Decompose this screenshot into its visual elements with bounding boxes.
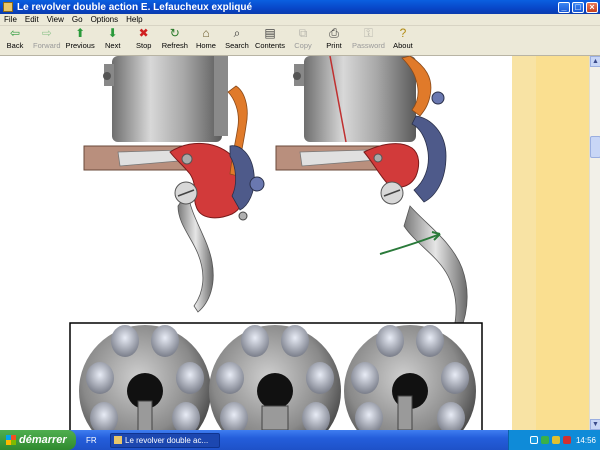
print-button[interactable]: ⎙ Print	[321, 26, 347, 50]
copy-button[interactable]: ⧉ Copy	[290, 26, 316, 50]
key-icon: ⚿	[363, 26, 374, 40]
home-icon: ⌂	[202, 26, 210, 40]
alert-icon[interactable]	[562, 436, 571, 444]
toolbar-label: Password	[352, 41, 385, 50]
mechanism-right	[275, 56, 468, 333]
app-icon	[3, 2, 13, 12]
network-icon[interactable]	[529, 436, 538, 444]
trigger-right	[403, 205, 468, 333]
menu-view[interactable]: View	[43, 15, 68, 24]
toolbar-label: Print	[326, 41, 342, 50]
menu-help[interactable]: Help	[122, 15, 146, 24]
start-button[interactable]: démarrer	[0, 430, 76, 450]
about-button[interactable]: ? About	[390, 26, 416, 50]
scroll-down-arrow[interactable]: ▼	[590, 419, 600, 430]
contents-button[interactable]: ▤ Contents	[255, 26, 285, 50]
menu-options[interactable]: Options	[87, 15, 123, 24]
cylinder-photos	[69, 322, 483, 430]
print-icon: ⎙	[329, 26, 339, 40]
search-button[interactable]: ⌕ Search	[224, 26, 250, 50]
app-icon	[114, 436, 122, 444]
revolver-illustration	[69, 56, 483, 430]
volume-icon[interactable]	[551, 436, 560, 444]
toolbar-label: Forward	[33, 41, 61, 50]
next-button[interactable]: ⬇ Next	[100, 26, 126, 50]
title-bar: Le revolver double action E. Lefaucheux …	[0, 0, 600, 14]
scroll-up-arrow[interactable]: ▲	[590, 56, 600, 67]
start-label: démarrer	[19, 434, 67, 446]
mechanism-left	[83, 56, 265, 313]
up-arrow-icon: ⬆	[75, 26, 86, 40]
scroll-thumb[interactable]	[590, 136, 600, 158]
taskbar: démarrer FR Le revolver double ac... 14:…	[0, 430, 600, 450]
vertical-scrollbar[interactable]: ▲ ▼	[589, 56, 600, 430]
toolbar-label: Previous	[65, 41, 95, 50]
refresh-button[interactable]: ↻ Refresh	[162, 26, 188, 50]
windows-logo-icon	[6, 435, 16, 445]
stop-button[interactable]: ✖ Stop	[131, 26, 157, 50]
taskbar-window-label: Le revolver double ac...	[125, 435, 209, 445]
menu-bar: File Edit View Go Options Help	[0, 14, 600, 26]
cylinder-right	[304, 56, 416, 142]
menu-edit[interactable]: Edit	[21, 15, 43, 24]
window-title: Le revolver double action E. Lefaucheux …	[17, 1, 253, 13]
toolbar-label: Next	[104, 41, 121, 50]
forward-button[interactable]: ⇨ Forward	[33, 26, 61, 50]
toolbar-label: Copy	[294, 41, 312, 50]
language-indicator[interactable]: FR	[86, 436, 104, 445]
toolbar-label: Stop	[135, 41, 152, 50]
toolbar-label: Search	[225, 41, 249, 50]
security-icon[interactable]	[540, 436, 549, 444]
menu-file[interactable]: File	[0, 15, 21, 24]
clock: 14:56	[575, 435, 596, 445]
toolbar-label: Contents	[254, 41, 285, 50]
toolbar-label: Back	[6, 41, 24, 50]
down-arrow-icon: ⬇	[107, 26, 118, 40]
back-arrow-icon: ⇦	[9, 26, 21, 40]
refresh-icon: ↻	[169, 26, 180, 40]
cylinder-left	[112, 56, 222, 142]
maximize-button[interactable]: □	[572, 1, 584, 13]
previous-button[interactable]: ⬆ Previous	[66, 26, 95, 50]
copy-icon: ⧉	[298, 26, 308, 40]
about-icon: ?	[399, 26, 407, 40]
taskbar-window-button[interactable]: Le revolver double ac...	[110, 432, 220, 448]
toolbar-label: About	[393, 41, 413, 50]
menu-go[interactable]: Go	[68, 15, 87, 24]
content-area	[0, 56, 589, 430]
back-button[interactable]: ⇦ Back	[2, 26, 28, 50]
toolbar-label: Home	[195, 41, 216, 50]
toolbar: ⇦ Back ⇨ Forward ⬆ Previous ⬇ Next ✖ Stop ↻ Refresh…	[0, 26, 600, 56]
minimize-button[interactable]: _	[558, 1, 570, 13]
search-icon: ⌕	[233, 26, 241, 40]
close-button[interactable]: ×	[586, 1, 598, 13]
forward-arrow-icon: ⇨	[41, 26, 52, 40]
contents-icon: ▤	[264, 26, 276, 40]
toolbar-label: Refresh	[161, 41, 188, 50]
password-button[interactable]: ⚿ Password	[352, 26, 385, 50]
stop-icon: ✖	[138, 26, 149, 40]
system-tray: 14:56	[508, 430, 600, 450]
home-button[interactable]: ⌂ Home	[193, 26, 219, 50]
